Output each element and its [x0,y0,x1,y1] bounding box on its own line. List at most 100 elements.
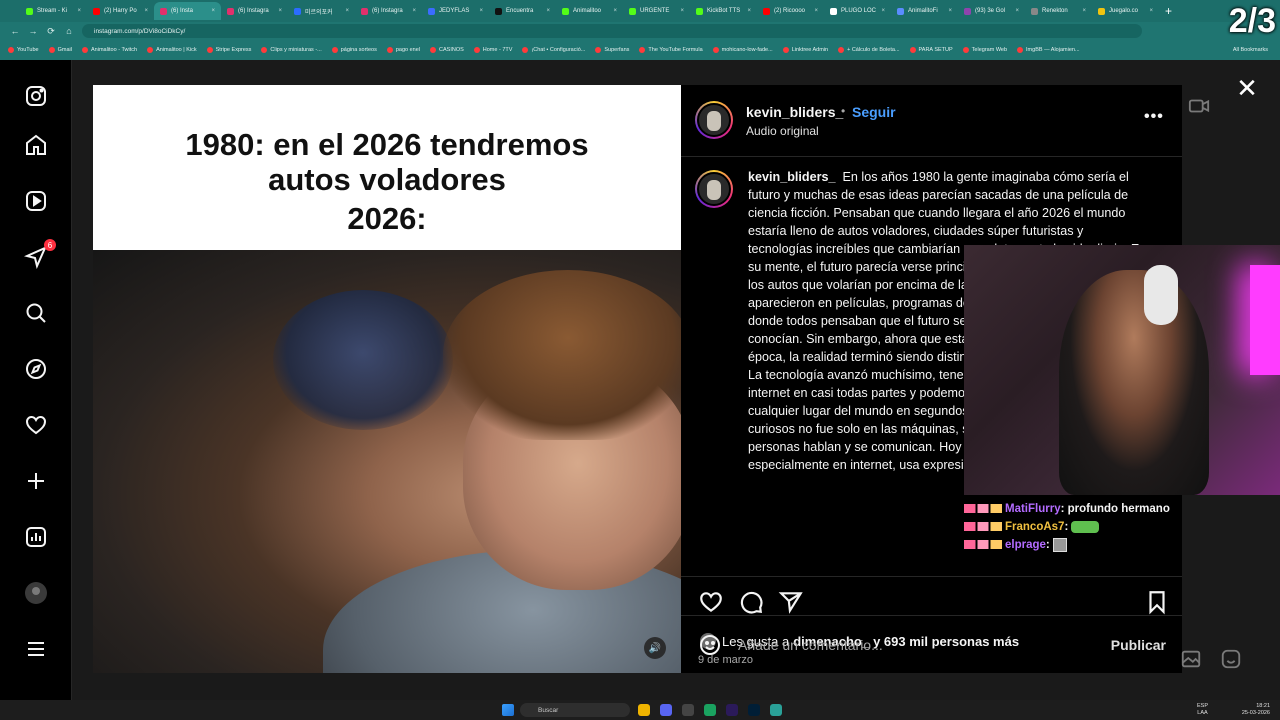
bookmark-item[interactable]: pago enel [386,47,420,53]
messages-icon[interactable]: 6 [24,239,56,269]
tab-close-icon[interactable]: × [1149,8,1153,14]
bookmark-item[interactable]: Home - 7TV [473,47,512,53]
like-heart-icon[interactable] [698,589,724,615]
tab-close-icon[interactable]: × [1082,8,1086,14]
browser-tab[interactable]: Juegalo.co × [1092,2,1159,20]
browser-tab[interactable]: AnimalitoFi × [891,2,958,20]
browser-tab[interactable]: (6) Instagra × [355,2,422,20]
tab-close-icon[interactable]: × [1015,8,1019,14]
author-avatar[interactable] [695,101,733,139]
comment-icon[interactable] [738,589,764,615]
browser-tab[interactable]: JEDYFLAS × [422,2,489,20]
browser-tab[interactable]: (2) Ricoooo × [757,2,824,20]
browser-tab[interactable]: (6) Insta × [154,2,221,20]
bookmark-item[interactable]: ¡Chat • Configuració... [522,47,585,53]
tab-close-icon[interactable]: × [77,8,81,14]
new-tab-icon[interactable]: + [1165,4,1172,18]
comment-input[interactable]: Añade un comentario... [738,637,883,653]
browser-tab[interactable]: 미르의포커 × [288,2,355,20]
close-icon[interactable]: ✕ [1236,75,1258,101]
tab-close-icon[interactable]: × [881,8,885,14]
back-icon[interactable]: ← [10,26,20,36]
bookmark-label: YouTube [17,47,39,53]
bookmark-item[interactable]: página sorteos [331,47,377,53]
bookmark-item[interactable]: CASINOS [430,47,464,53]
create-plus-icon[interactable] [24,469,48,493]
taskbar-search[interactable]: Buscar [520,703,630,717]
emoji-icon[interactable] [698,633,722,657]
home-icon[interactable] [24,133,48,157]
bookmark-item[interactable]: + Cálculo de Boleta... [838,47,900,53]
notes-icon[interactable] [770,704,782,716]
instagram-logo-icon[interactable] [24,84,48,108]
file-explorer-icon[interactable] [638,704,650,716]
browser-tab[interactable]: URGENTE × [623,2,690,20]
discord-icon[interactable] [660,704,672,716]
bookmark-item[interactable]: YouTube [8,47,39,53]
share-icon[interactable] [778,589,804,615]
bookmark-item[interactable]: PARA SETUP [909,47,953,53]
tab-close-icon[interactable]: × [211,8,215,14]
tab-close-icon[interactable]: × [948,8,952,14]
tab-close-icon[interactable]: × [680,8,684,14]
photoshop-icon[interactable] [748,704,760,716]
dashboard-icon[interactable] [24,525,48,549]
browser-tab[interactable]: KickBot TTS × [690,2,757,20]
explore-icon[interactable] [24,357,48,381]
browser-tab[interactable]: (2) Harry Po × [87,2,154,20]
reload-icon[interactable]: ⟳ [46,26,56,37]
browser-tab[interactable]: Renekton × [1025,2,1092,20]
menu-hamburger-icon[interactable] [24,637,48,661]
tab-close-icon[interactable]: × [613,8,617,14]
tab-close-icon[interactable]: × [479,8,483,14]
home-icon[interactable]: ⌂ [64,26,74,36]
reels-icon[interactable] [24,189,48,213]
browser-tab[interactable]: Encuentra × [489,2,556,20]
browser-tab[interactable]: Animalitoo × [556,2,623,20]
audio-original-link[interactable]: Audio original [746,124,819,138]
author-username[interactable]: kevin_bliders_ [746,104,843,120]
browser-tab[interactable]: Stream - Ki × [20,2,87,20]
sound-toggle-icon[interactable]: 🔊 [644,637,666,659]
notifications-heart-icon[interactable] [24,413,48,437]
browser-tab[interactable]: (6) Instagra × [221,2,288,20]
premiere-icon[interactable] [726,704,738,716]
tab-close-icon[interactable]: × [747,8,751,14]
bookmark-item[interactable]: ImgBB — Alojamien... [1017,47,1080,53]
input-language[interactable]: ESP LAA [1197,703,1208,717]
tab-close-icon[interactable]: × [814,8,818,14]
bookmark-item[interactable]: Telegram Web [962,47,1007,53]
tab-close-icon[interactable]: × [278,8,282,14]
tab-close-icon[interactable]: × [345,8,349,14]
post-media[interactable]: 1980: en el 2026 tendremos autos volador… [93,85,681,673]
forward-icon[interactable]: → [28,26,38,36]
caption-username[interactable]: kevin_bliders_ [748,170,836,184]
tab-close-icon[interactable]: × [546,8,550,14]
tab-close-icon[interactable]: × [412,8,416,14]
url-input[interactable]: instagram.com/p/DVi8oCiDkCy/ [82,24,1142,38]
bookmark-item[interactable]: Gmail [48,47,72,53]
browser-tab[interactable]: PLUGO LOC × [824,2,891,20]
follow-button[interactable]: Seguir [852,104,896,120]
bookmark-item[interactable]: mohicano-low-fade... [712,47,773,53]
save-bookmark-icon[interactable] [1144,589,1170,615]
app-icon[interactable] [682,704,694,716]
tab-close-icon[interactable]: × [144,8,148,14]
chrome-icon[interactable] [704,704,716,716]
bookmark-item[interactable]: Stripe Express [206,47,251,53]
profile-avatar-icon[interactable] [24,581,48,605]
caption-author-avatar[interactable] [695,170,733,208]
bookmark-item[interactable]: Superfans [595,47,629,53]
browser-tab[interactable]: (93) 3e Gol × [958,2,1025,20]
publish-button[interactable]: Publicar [1111,637,1166,653]
bookmark-item[interactable]: Linktree Admin [782,47,828,53]
bookmark-item[interactable]: The YouTube Formula [639,47,703,53]
system-clock[interactable]: 18:21 25-03-2026 [1242,703,1270,717]
bookmark-item[interactable]: Clips y miniaturas -... [261,47,322,53]
more-options-icon[interactable]: ••• [1144,108,1164,126]
bookmark-item[interactable]: Animalitoo | Kick [147,47,197,53]
windows-start-icon[interactable] [502,704,514,716]
search-icon[interactable] [24,301,48,325]
bookmark-item[interactable]: Animalitoo - Twitch [82,47,137,53]
all-bookmarks-button[interactable]: All Bookmarks [1233,47,1268,53]
